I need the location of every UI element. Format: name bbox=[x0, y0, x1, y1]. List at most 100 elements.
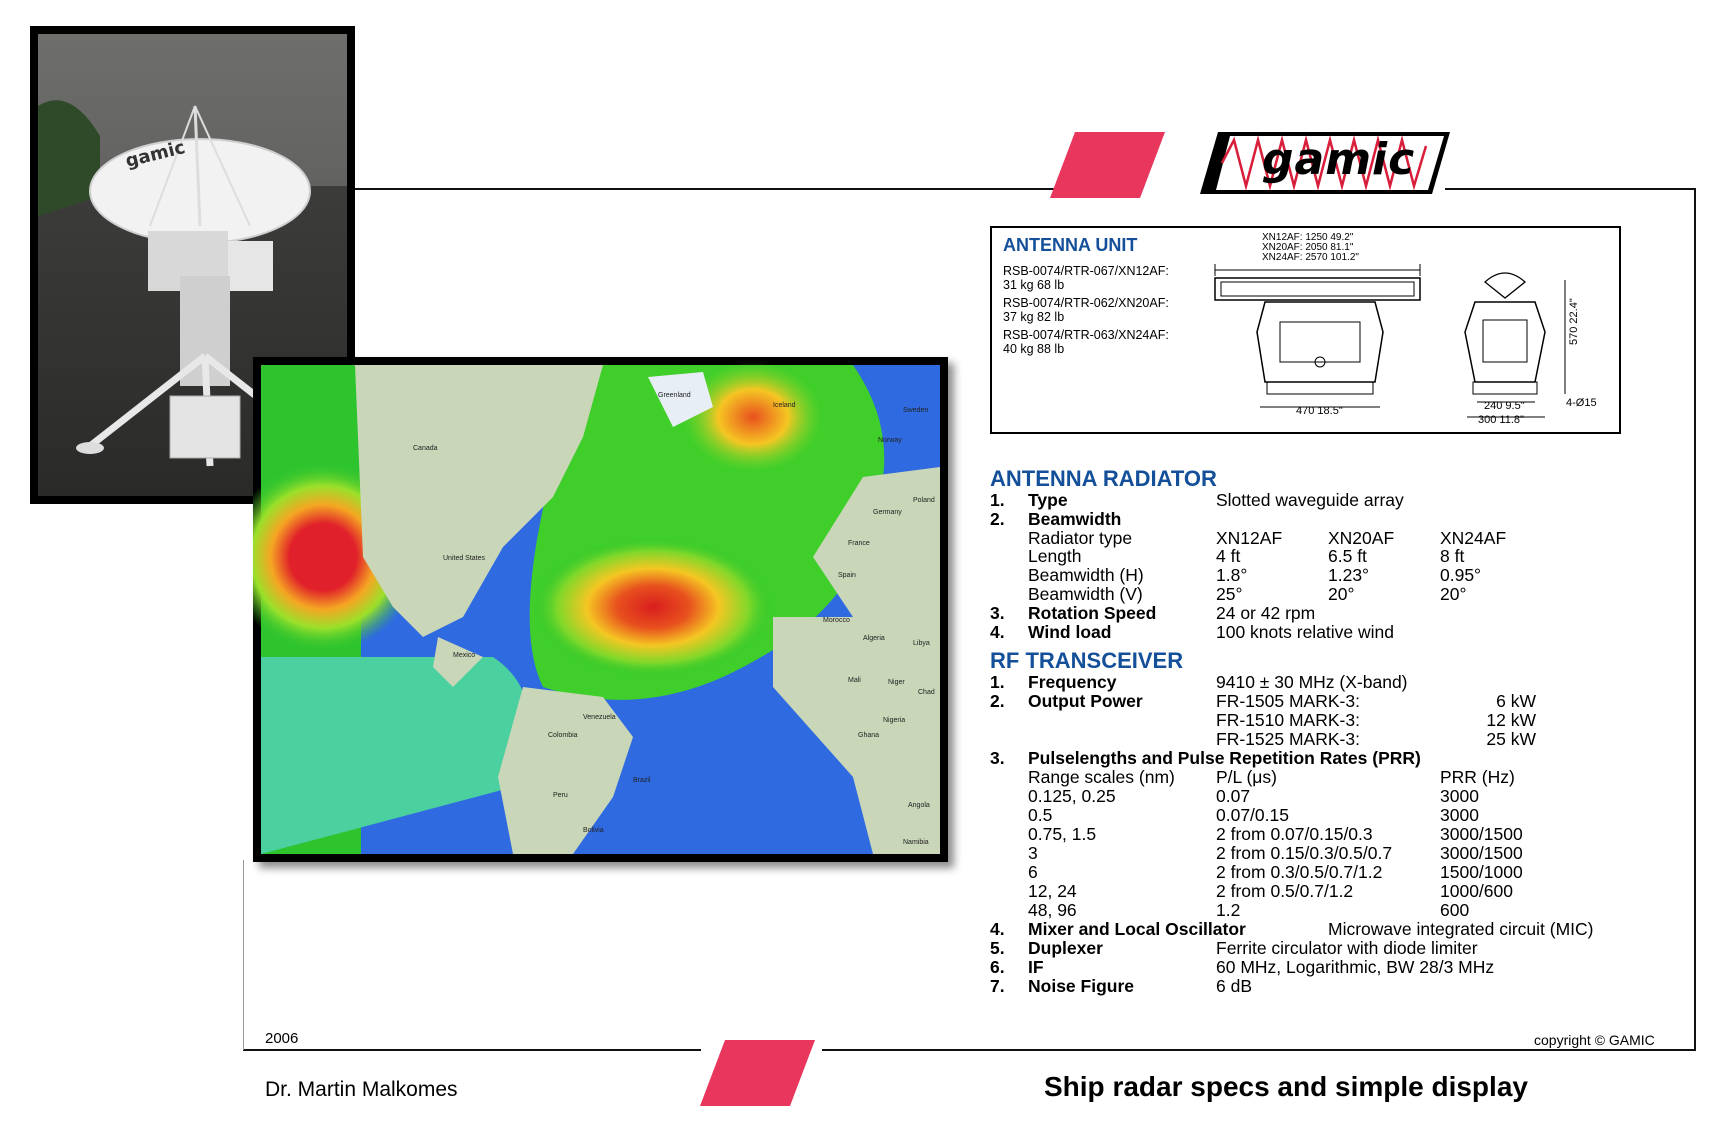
map-label-france: France bbox=[848, 540, 870, 547]
power-value: 12 kW bbox=[1486, 710, 1536, 730]
map-label-sweden: Sweden bbox=[903, 407, 929, 414]
mixer-value: Microwave integrated circuit (MIC) bbox=[1328, 919, 1594, 939]
bw-cell: 8 ft bbox=[1440, 546, 1465, 566]
model-3: RSB-0074/RTR-063/XN24AF: 40 kg 88 lb bbox=[1003, 328, 1169, 356]
author-name: Dr. Martin Malkomes bbox=[265, 1078, 458, 1101]
noise-num: 7. bbox=[990, 976, 1005, 996]
prr-cell: 3 bbox=[1028, 843, 1038, 863]
wind-label: Wind load bbox=[1028, 622, 1112, 642]
prr-cell: 600 bbox=[1440, 900, 1470, 920]
map-label-peru: Peru bbox=[553, 792, 568, 799]
map-label-venezuela: Venezuela bbox=[583, 714, 616, 721]
radiator-type-label: Type bbox=[1028, 490, 1068, 510]
prr-label: Pulselengths and Pulse Repetition Rates … bbox=[1028, 748, 1421, 768]
prr-cell: PRR (Hz) bbox=[1440, 767, 1515, 787]
beamwidth-label: Beamwidth bbox=[1028, 509, 1122, 529]
map-label-mali: Mali bbox=[848, 677, 861, 684]
prr-cell: 3000/1500 bbox=[1440, 843, 1523, 863]
bw-cell: Beamwidth (H) bbox=[1028, 565, 1144, 585]
prr-cell: 3000 bbox=[1440, 805, 1479, 825]
map-label-canada: Canada bbox=[413, 445, 438, 452]
bw-cell: 0.95° bbox=[1440, 565, 1482, 585]
bw-cell: Length bbox=[1028, 546, 1082, 566]
prr-cell: 12, 24 bbox=[1028, 881, 1077, 901]
prr-cell: 3000 bbox=[1440, 786, 1479, 806]
accent-slash-bottom bbox=[700, 1040, 815, 1106]
prr-cell: 2 from 0.5/0.7/1.2 bbox=[1216, 881, 1354, 901]
model-2: RSB-0074/RTR-062/XN20AF: 37 kg 82 lb bbox=[1003, 296, 1169, 324]
dim-height: 570 22.4" bbox=[1568, 298, 1580, 345]
if-num: 6. bbox=[990, 957, 1005, 977]
frequency-num: 1. bbox=[990, 672, 1005, 692]
model-1: RSB-0074/RTR-067/XN12AF: 31 kg 68 lb bbox=[1003, 264, 1169, 292]
model-3-weight: 40 kg 88 lb bbox=[1003, 342, 1065, 356]
radiator-type-value: Slotted waveguide array bbox=[1216, 490, 1404, 510]
map-label-angola: Angola bbox=[908, 802, 930, 809]
duplexer-num: 5. bbox=[990, 938, 1005, 958]
bw-cell: 4 ft bbox=[1216, 546, 1241, 566]
accent-slash-top bbox=[1050, 132, 1165, 198]
map-label-morocco: Morocco bbox=[823, 617, 850, 624]
radiator-title: ANTENNA RADIATOR bbox=[990, 466, 1217, 491]
rotation-value: 24 or 42 rpm bbox=[1216, 603, 1316, 623]
wind-map: Greenland Iceland Canada Sweden Norway P… bbox=[228, 357, 948, 862]
dim-base-2: 300 11.8" bbox=[1478, 414, 1524, 426]
model-1-weight: 31 kg 68 lb bbox=[1003, 278, 1065, 292]
mixer-label: Mixer and Local Oscillator bbox=[1028, 919, 1246, 939]
prr-cell: 0.07/0.15 bbox=[1216, 805, 1289, 825]
model-3-name: RSB-0074/RTR-063/XN24AF: bbox=[1003, 328, 1169, 342]
map-label-algeria: Algeria bbox=[863, 635, 885, 642]
map-label-spain: Spain bbox=[838, 572, 856, 579]
top-frame-line-right bbox=[1445, 188, 1695, 190]
bw-cell: Beamwidth (V) bbox=[1028, 584, 1143, 604]
map-label-iceland: Iceland bbox=[773, 402, 796, 409]
slide-caption: Ship radar specs and simple display bbox=[1044, 1071, 1528, 1102]
power-value: 25 kW bbox=[1486, 729, 1536, 749]
map-label-nigeria: Nigeria bbox=[883, 717, 906, 724]
prr-cell: 1000/600 bbox=[1440, 881, 1513, 901]
prr-cell: 2 from 0.3/0.5/0.7/1.2 bbox=[1216, 862, 1383, 882]
model-2-name: RSB-0074/RTR-062/XN20AF: bbox=[1003, 296, 1169, 310]
model-1-name: RSB-0074/RTR-067/XN12AF: bbox=[1003, 264, 1169, 278]
map-label-greenland: Greenland bbox=[658, 392, 691, 399]
map-label-niger: Niger bbox=[888, 679, 905, 686]
map-label-brazil: Brazil bbox=[633, 777, 651, 784]
prr-cell: 1.2 bbox=[1216, 900, 1241, 920]
power-value: 6 kW bbox=[1496, 691, 1536, 711]
power-model: FR-1505 MARK-3: bbox=[1216, 691, 1360, 711]
footer-year: 2006 bbox=[265, 1030, 299, 1047]
if-label: IF bbox=[1028, 957, 1044, 977]
map-label-germany: Germany bbox=[873, 509, 902, 516]
prr-num: 3. bbox=[990, 748, 1005, 768]
prr-cell: 0.75, 1.5 bbox=[1028, 824, 1097, 844]
duplexer-label: Duplexer bbox=[1028, 938, 1103, 958]
dim-width: 470 18.5" bbox=[1296, 405, 1343, 417]
map-label-poland: Poland bbox=[913, 497, 935, 504]
bw-cell: 20° bbox=[1440, 584, 1467, 604]
if-value: 60 MHz, Logarithmic, BW 28/3 MHz bbox=[1216, 957, 1495, 977]
prr-cell: 0.07 bbox=[1216, 786, 1251, 806]
duplexer-value: Ferrite circulator with diode limiter bbox=[1216, 938, 1478, 958]
map-label-ghana: Ghana bbox=[858, 732, 880, 739]
dim-base-1: 240 9.5" bbox=[1484, 400, 1525, 412]
antenna-unit-title: ANTENNA UNIT bbox=[1003, 235, 1138, 255]
radiator-type-num: 1. bbox=[990, 490, 1005, 510]
model-2-weight: 37 kg 82 lb bbox=[1003, 310, 1065, 324]
power-model: FR-1510 MARK-3: bbox=[1216, 710, 1360, 730]
bw-cell: 20° bbox=[1328, 584, 1355, 604]
frequency-value: 9410 ± 30 MHz (X-band) bbox=[1216, 672, 1408, 692]
power-num: 2. bbox=[990, 691, 1005, 711]
map-label-united-states: United States bbox=[443, 555, 486, 562]
bw-cell: 1.8° bbox=[1216, 565, 1248, 585]
rotation-num: 3. bbox=[990, 603, 1005, 623]
antenna-drawing bbox=[1214, 264, 1566, 418]
logo-text: gamic bbox=[1262, 134, 1416, 185]
map-label-colombia: Colombia bbox=[548, 732, 578, 739]
bw-cell: 25° bbox=[1216, 584, 1243, 604]
bw-cell: 1.23° bbox=[1328, 565, 1370, 585]
prr-cell: 2 from 0.07/0.15/0.3 bbox=[1216, 824, 1373, 844]
power-model: FR-1525 MARK-3: bbox=[1216, 729, 1360, 749]
transceiver-title: RF TRANSCEIVER bbox=[990, 648, 1184, 673]
wind-map-illustration bbox=[228, 362, 940, 854]
bottom-frame-line-left bbox=[243, 1049, 701, 1051]
